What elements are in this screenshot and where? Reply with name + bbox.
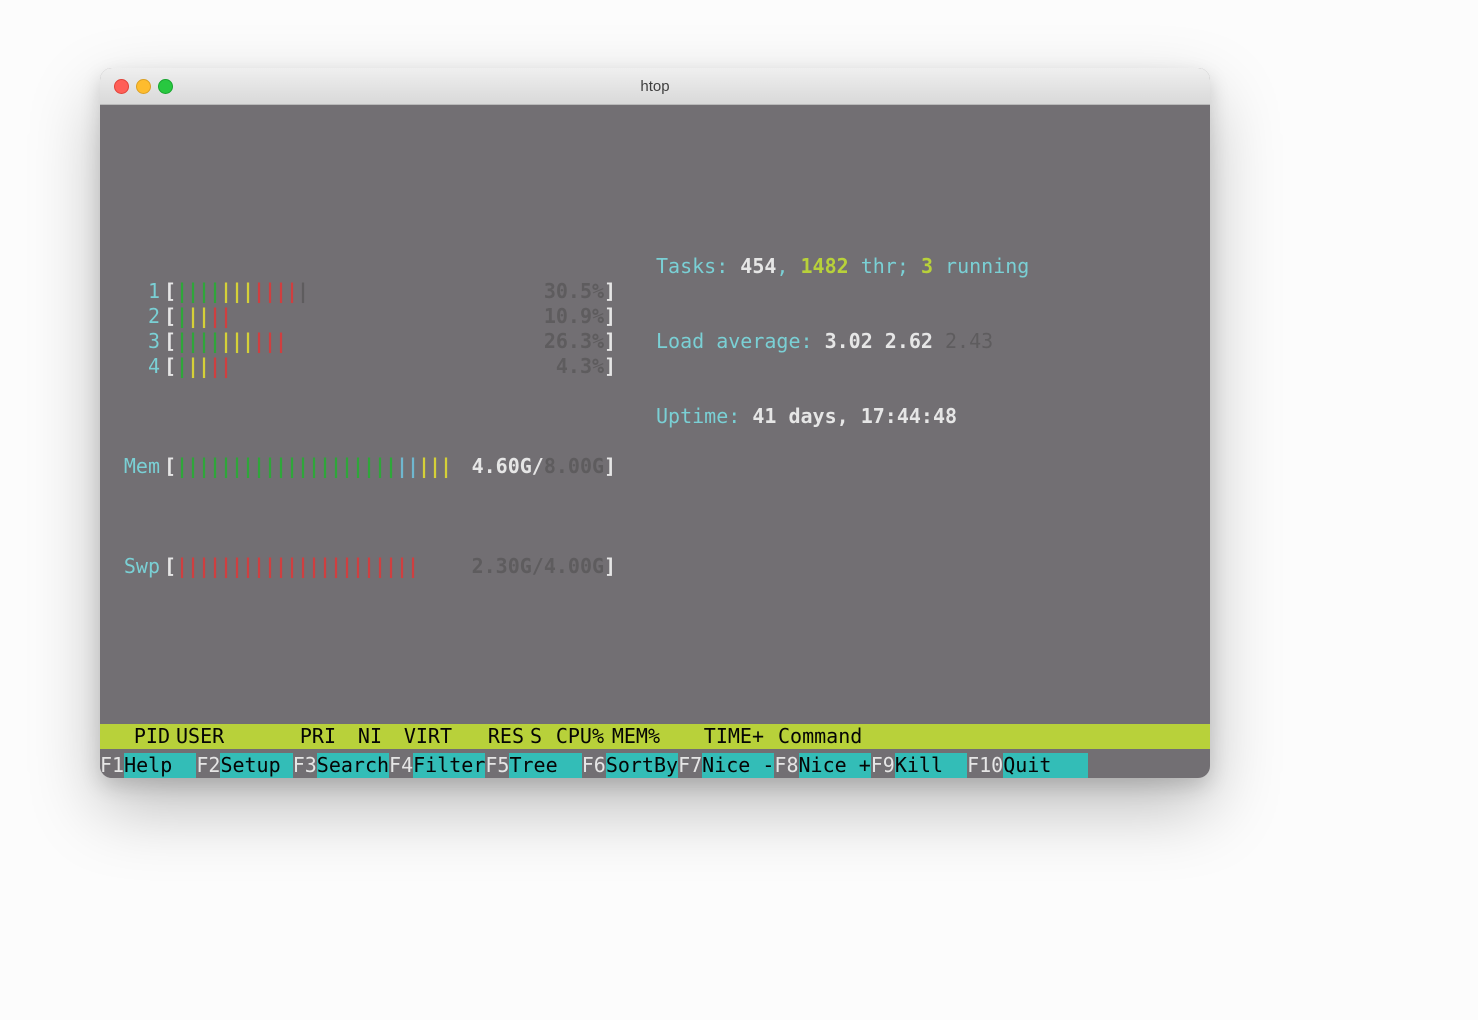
mem-value: 4.60G/8.00G bbox=[472, 454, 604, 479]
col-cpu[interactable]: CPU% bbox=[548, 724, 604, 749]
swp-bar: ||||||||||||||||||||||2.30G/4.00G bbox=[176, 554, 604, 579]
meters-area: 1[||||||||||||30.5%]2[|||||10.9%]3[|||||… bbox=[100, 204, 1210, 649]
mem-bar: |||||||||||||||||||||||||4.60G/8.00G bbox=[176, 454, 604, 479]
fkey-F5: F5 bbox=[485, 753, 509, 778]
cpu-meter-3: 3[||||||||||26.3%] bbox=[120, 329, 642, 354]
fkey-F10: F10 bbox=[967, 753, 1003, 778]
fkey-F2: F2 bbox=[196, 753, 220, 778]
tasks-label: Tasks: bbox=[656, 254, 740, 278]
tasks-count: 454 bbox=[740, 254, 776, 278]
uptime-label: Uptime: bbox=[656, 404, 752, 428]
cpu-bracket-close: ] bbox=[604, 354, 616, 379]
mem-meter: Mem[|||||||||||||||||||||||||4.60G/8.00G… bbox=[120, 454, 642, 479]
cpu-bracket-open: [ bbox=[164, 304, 176, 329]
cpu-bracket-close: ] bbox=[604, 304, 616, 329]
swp-bracket-close: ] bbox=[604, 554, 616, 579]
fkey-F4: F4 bbox=[389, 753, 413, 778]
load15: 2.43 bbox=[945, 329, 993, 353]
cpu-percent: 10.9% bbox=[544, 304, 604, 329]
terminal-window: htop 1[||||||||||||30.5%]2[|||||10.9%]3[… bbox=[100, 68, 1210, 778]
col-user[interactable]: USER bbox=[170, 724, 282, 749]
meters-left: 1[||||||||||||30.5%]2[|||||10.9%]3[|||||… bbox=[120, 204, 642, 629]
uptime-line: Uptime: 41 days, 17:44:48 bbox=[656, 404, 1194, 429]
cpu-meter-2: 2[|||||10.9%] bbox=[120, 304, 642, 329]
fkey-label-nice--[interactable]: Nice - bbox=[702, 753, 774, 778]
cpu-percent: 30.5% bbox=[544, 279, 604, 304]
col-cmd[interactable]: Command bbox=[764, 724, 1204, 749]
mem-label: Mem bbox=[120, 454, 164, 479]
cpu-label: 4 bbox=[120, 354, 164, 379]
fkey-F9: F9 bbox=[871, 753, 895, 778]
fkey-F8: F8 bbox=[774, 753, 798, 778]
running-label: running bbox=[933, 254, 1029, 278]
load1: 3.02 bbox=[825, 329, 873, 353]
fkey-label-sortby[interactable]: SortBy bbox=[606, 753, 678, 778]
terminal-body[interactable]: 1[||||||||||||30.5%]2[|||||10.9%]3[|||||… bbox=[100, 105, 1210, 778]
col-pid[interactable]: PID bbox=[106, 724, 170, 749]
swp-label: Swp bbox=[120, 554, 164, 579]
function-key-bar: F1Help F2Setup F3SearchF4FilterF5Tree F6… bbox=[100, 753, 1210, 778]
cpu-bracket-close: ] bbox=[604, 329, 616, 354]
cpu-bracket-open: [ bbox=[164, 279, 176, 304]
cpu-bracket-close: ] bbox=[604, 279, 616, 304]
cpu-label: 3 bbox=[120, 329, 164, 354]
swp-value: 2.30G/4.00G bbox=[472, 554, 604, 579]
col-ni[interactable]: NI bbox=[336, 724, 382, 749]
uptime-value: 41 days, 17:44:48 bbox=[752, 404, 957, 428]
fkey-label-tree[interactable]: Tree bbox=[509, 753, 581, 778]
window-title: htop bbox=[100, 78, 1210, 95]
fkey-F3: F3 bbox=[293, 753, 317, 778]
cpu-bracket-open: [ bbox=[164, 354, 176, 379]
load-line: Load average: 3.02 2.62 2.43 bbox=[656, 329, 1194, 354]
titlebar: htop bbox=[100, 68, 1210, 105]
cpu-bar: |||||4.3% bbox=[176, 354, 604, 379]
cpu-percent: 4.3% bbox=[556, 354, 604, 379]
col-virt[interactable]: VIRT bbox=[382, 724, 452, 749]
tasks-line: Tasks: 454, 1482 thr; 3 running bbox=[656, 254, 1194, 279]
cpu-bar: |||||10.9% bbox=[176, 304, 604, 329]
fkey-F7: F7 bbox=[678, 753, 702, 778]
fkey-label-filter[interactable]: Filter bbox=[413, 753, 485, 778]
cpu-bracket-open: [ bbox=[164, 329, 176, 354]
fkey-F1: F1 bbox=[100, 753, 124, 778]
cpu-bar: ||||||||||||30.5% bbox=[176, 279, 604, 304]
fkey-label-help[interactable]: Help bbox=[124, 753, 196, 778]
fkey-label-setup[interactable]: Setup bbox=[220, 753, 292, 778]
col-pri[interactable]: PRI bbox=[282, 724, 336, 749]
threads-count: 1482 bbox=[801, 254, 849, 278]
load5: 2.62 bbox=[885, 329, 933, 353]
load-label: Load average: bbox=[656, 329, 825, 353]
running-count: 3 bbox=[921, 254, 933, 278]
swp-bracket-open: [ bbox=[164, 554, 176, 579]
tasks-sep: , bbox=[776, 254, 800, 278]
process-header[interactable]: PID USER PRI NI VIRT RES S CPU% MEM% TIM… bbox=[100, 724, 1210, 749]
mem-bracket-open: [ bbox=[164, 454, 176, 479]
fkey-label-search[interactable]: Search bbox=[317, 753, 389, 778]
col-res[interactable]: RES bbox=[452, 724, 524, 749]
fkey-label-quit[interactable]: Quit bbox=[1003, 753, 1087, 778]
mem-bracket-close: ] bbox=[604, 454, 616, 479]
swp-meter: Swp[||||||||||||||||||||||2.30G/4.00G] bbox=[120, 554, 642, 579]
cpu-meter-1: 1[||||||||||||30.5%] bbox=[120, 279, 642, 304]
fkey-label-kill[interactable]: Kill bbox=[895, 753, 967, 778]
col-mem[interactable]: MEM% bbox=[604, 724, 660, 749]
cpu-bar: ||||||||||26.3% bbox=[176, 329, 604, 354]
cpu-label: 1 bbox=[120, 279, 164, 304]
fkey-F6: F6 bbox=[582, 753, 606, 778]
thr-label: thr; bbox=[849, 254, 921, 278]
cpu-percent: 26.3% bbox=[544, 329, 604, 354]
col-s[interactable]: S bbox=[524, 724, 548, 749]
cpu-meter-4: 4[|||||4.3%] bbox=[120, 354, 642, 379]
system-info: Tasks: 454, 1482 thr; 3 running Load ave… bbox=[642, 204, 1194, 629]
fkey-label-nice-+[interactable]: Nice + bbox=[799, 753, 871, 778]
col-time[interactable]: TIME+ bbox=[660, 724, 764, 749]
cpu-label: 2 bbox=[120, 304, 164, 329]
